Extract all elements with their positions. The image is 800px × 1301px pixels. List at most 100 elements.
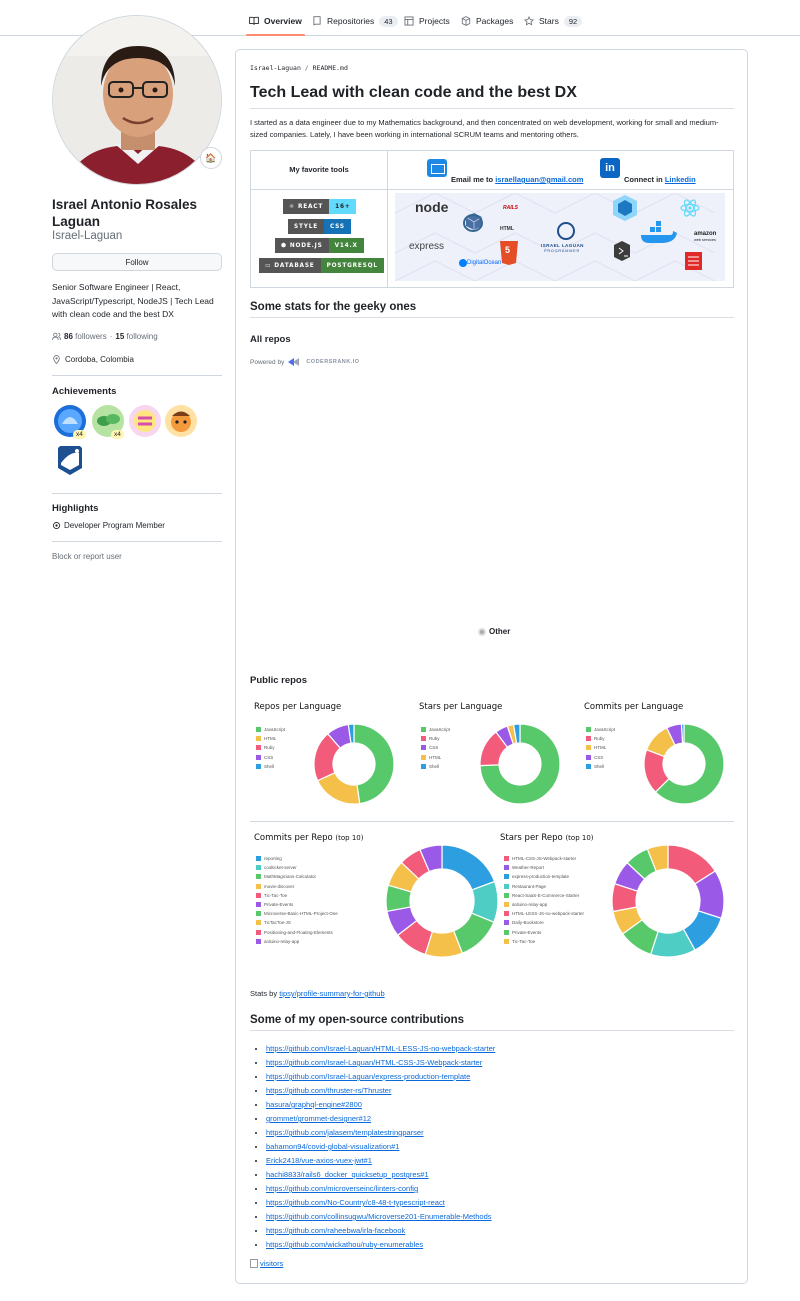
legend-entry[interactable]: Weather-Report: [504, 863, 584, 872]
contribution-link[interactable]: https://github.com/wickathou/ruby-enumer…: [266, 1240, 423, 1249]
codersrank-link[interactable]: CODERSRANK.IO: [306, 359, 359, 365]
contribution-link[interactable]: hachi8833/rails6_docker_quicksetup_postg…: [266, 1170, 429, 1179]
legend-label: Positioning-and-Floating-Elements: [264, 929, 333, 935]
legend-entry[interactable]: HTML-LESS-JS-no-webpack-starter: [504, 909, 584, 918]
donut-slice[interactable]: [441, 844, 496, 891]
contribution-link[interactable]: https://github.com/Israel-Laguan/HTML-CS…: [266, 1058, 482, 1067]
linkedin-link[interactable]: Linkedin: [665, 175, 696, 184]
programmer-logo-text: PROGRAMMER: [544, 249, 581, 253]
readme-title: Tech Lead with clean code and the best D…: [250, 84, 734, 109]
legend-entry[interactable]: MathMagicians-Calculator: [256, 872, 338, 881]
legend-entry[interactable]: React-SaaS-E-Commerce-Starter: [504, 891, 584, 900]
nodejs-shield: ⬢ NODE.JS V14.X: [275, 238, 364, 253]
chart-legend: JavaScript Ruby CSS HTML Shell: [421, 725, 450, 771]
legend-swatch: [586, 763, 591, 769]
legend-entry[interactable]: Ruby: [256, 743, 285, 752]
react-shield: ⚛ REACT 16+: [283, 199, 357, 214]
legend-entry[interactable]: JavaScript: [586, 725, 615, 734]
legend-entry[interactable]: Tic-Tac-Toe: [256, 891, 338, 900]
contribution-link[interactable]: https://github.com/thruster-rs/Thruster: [266, 1086, 391, 1095]
legend-entry[interactable]: Restaurant-Page: [504, 882, 584, 891]
list-item: https://github.com/Israel-Laguan/express…: [266, 1070, 495, 1084]
legend-entry[interactable]: Ruby: [586, 734, 615, 743]
legend-entry[interactable]: HTML: [256, 734, 285, 743]
legend-entry[interactable]: Private-Events: [256, 900, 338, 909]
legend-entry[interactable]: CSS: [421, 743, 450, 752]
legend-entry[interactable]: Tic-Tac-Toe: [504, 937, 584, 946]
email-link[interactable]: israellaguan@gmail.com: [495, 175, 583, 184]
legend-label: CSS: [429, 745, 439, 751]
legend-entry[interactable]: Ruby: [421, 734, 450, 743]
chart-legend: JavaScript Ruby HTML CSS Shell: [586, 725, 615, 771]
chart-title: Repos per Language: [254, 702, 342, 712]
legend-label: Microverse-Basic-HTML-Project-One: [264, 911, 338, 917]
legend-entry[interactable]: arduino-relay-app: [256, 937, 338, 946]
location-text: Cordoba, Colombia: [65, 355, 134, 364]
tab-packages[interactable]: Packages: [461, 8, 513, 34]
tab-label: Repositories: [327, 16, 375, 26]
legend-entry[interactable]: Shell: [421, 762, 450, 771]
legend-label: Ruby: [264, 745, 275, 751]
block-report-link[interactable]: Block or report user: [52, 552, 122, 561]
legend-entry[interactable]: Shell: [256, 762, 285, 771]
legend-entry[interactable]: reporting: [256, 854, 338, 863]
legend-entry[interactable]: HTML: [586, 743, 615, 752]
visitors-alt-text[interactable]: visitors: [260, 1259, 283, 1268]
contribution-link[interactable]: https://github.com/raheebwa/irla-faceboo…: [266, 1226, 405, 1235]
legend-label: Weather-Report: [512, 865, 544, 871]
legend-entry[interactable]: express-production-template: [504, 872, 584, 881]
tab-stars[interactable]: Stars 92: [524, 8, 583, 34]
legend-label: React-SaaS-E-Commerce-Starter: [512, 892, 580, 898]
contribution-link[interactable]: Erick2418/vue-axios-vuex-jwt#1: [266, 1156, 372, 1165]
stats-by-link[interactable]: tipsy/profile-summary-for-github: [279, 989, 384, 998]
legend-entry[interactable]: JavaScript: [421, 725, 450, 734]
contribution-link[interactable]: bahamon94/covid-global-visualization#1: [266, 1142, 399, 1151]
legend-entry[interactable]: Microverse-Basic-HTML-Project-One: [256, 909, 338, 918]
following-link[interactable]: 15 following: [115, 332, 157, 341]
contribution-link[interactable]: https://github.com/Israel-Laguan/express…: [266, 1072, 470, 1081]
react-icon: ⚛: [289, 203, 295, 210]
contribution-link[interactable]: https://github.com/microverseinc/linters…: [266, 1184, 418, 1193]
achievement-quickdraw-badge[interactable]: [164, 404, 198, 438]
tab-repositories[interactable]: Repositories 43: [312, 8, 398, 34]
donut-slice[interactable]: [353, 723, 395, 805]
legend-swatch: [256, 727, 261, 733]
linkedin-icon[interactable]: in: [600, 158, 620, 178]
legend-entry[interactable]: movie-discover: [256, 882, 338, 891]
contribution-link[interactable]: https://github.com/jalasem/templatestrin…: [266, 1128, 424, 1137]
legend-entry[interactable]: Private-Events: [504, 928, 584, 937]
achievement-arctic-code-vault-badge[interactable]: [53, 443, 87, 477]
legend-entry[interactable]: coolticket-server: [256, 863, 338, 872]
visitors-badge[interactable]: visitors: [250, 1259, 283, 1268]
legend-swatch: [586, 754, 591, 760]
legend-entry[interactable]: arduino-relay-app: [504, 900, 584, 909]
legend-entry[interactable]: Shell: [586, 762, 615, 771]
achievement-yolo-badge[interactable]: [128, 404, 162, 438]
legend-entry[interactable]: TicTacToe-JS: [256, 918, 338, 927]
legend-label: Private-Events: [264, 902, 294, 908]
legend-entry[interactable]: JavaScript: [256, 725, 285, 734]
legend-entry[interactable]: CSS: [586, 753, 615, 762]
legend-swatch: [504, 874, 509, 880]
crumb-file[interactable]: README.md: [313, 64, 348, 72]
contribution-link[interactable]: https://github.com/No-Country/c8-48-t-ty…: [266, 1198, 445, 1207]
contribution-link[interactable]: https://github.com/collinsugwu/Microvers…: [266, 1212, 492, 1221]
followers-link[interactable]: 86 followers: [64, 332, 107, 341]
contribution-link[interactable]: hasura/graphql-engine#2800: [266, 1100, 362, 1109]
chart-title: Stars per Language: [419, 702, 503, 712]
crumb-user[interactable]: Israel-Laguan: [250, 64, 301, 72]
contribution-link[interactable]: https://github.com/Israel-Laguan/HTML-LE…: [266, 1044, 495, 1053]
legend-entry[interactable]: HTML-CSS-JS-Webpack-starter: [504, 854, 584, 863]
contribution-link[interactable]: grommet/grommet-designer#12: [266, 1114, 371, 1123]
legend-entry[interactable]: Daily-Bookstore: [504, 918, 584, 927]
tab-projects[interactable]: Projects: [404, 8, 450, 34]
legend-entry[interactable]: HTML: [421, 753, 450, 762]
legend-entry[interactable]: Positioning-and-Floating-Elements: [256, 928, 338, 937]
chart-legend: reporting coolticket-server MathMagicians-…: [256, 854, 338, 946]
tab-overview[interactable]: Overview: [246, 8, 305, 36]
legend-entry[interactable]: CSS: [256, 753, 285, 762]
follow-button[interactable]: Follow: [52, 253, 222, 271]
separator-dot: ·: [109, 332, 113, 341]
avatar[interactable]: [52, 15, 222, 185]
status-emoji[interactable]: 🏠: [200, 147, 222, 169]
